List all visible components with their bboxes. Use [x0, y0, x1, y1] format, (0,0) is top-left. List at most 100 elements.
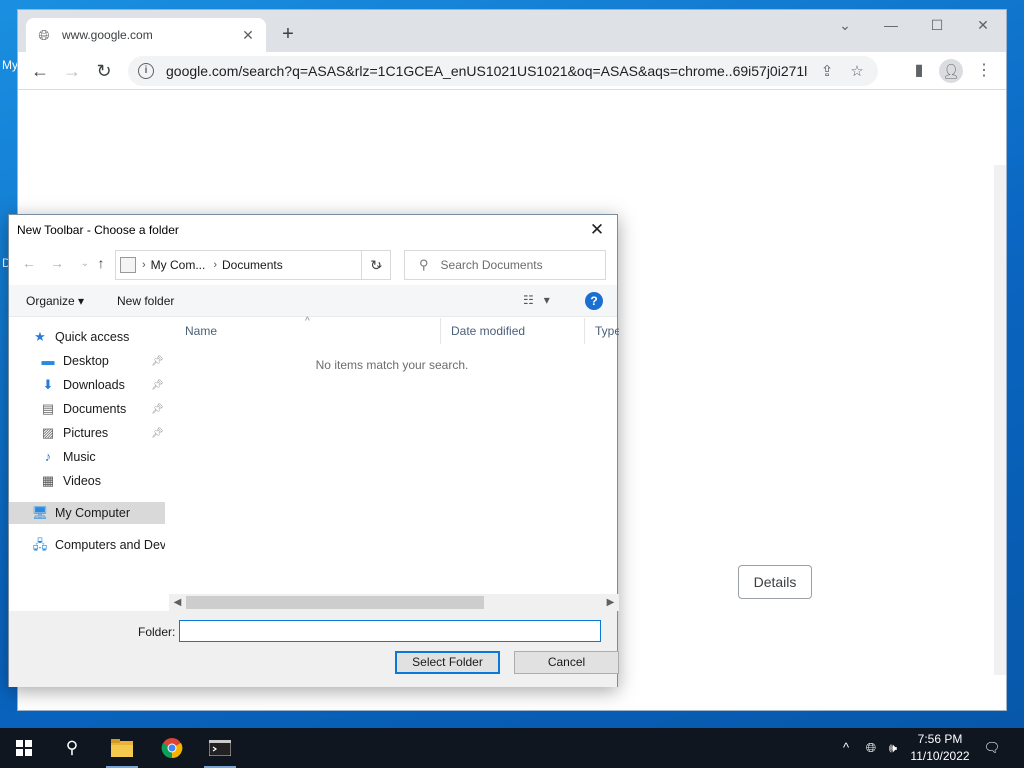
nav-label: Computers and Devices: [55, 538, 165, 552]
maximize-button[interactable]: ☐: [914, 10, 960, 40]
nav-item-music[interactable]: ♪ Music: [39, 446, 96, 468]
nav-label: My Computer: [55, 506, 131, 520]
clock[interactable]: 7:56 PM 11/10/2022: [900, 731, 980, 765]
breadcrumb[interactable]: › My Com... › Documents ⌄: [115, 250, 391, 280]
terminal-taskbar-button[interactable]: [196, 728, 244, 768]
dialog-titlebar[interactable]: New Toolbar - Choose a folder ✕: [9, 215, 617, 245]
browser-tab[interactable]: 🌐︎ www.google.com ✕: [26, 18, 266, 52]
notification-icon[interactable]: 🗨︎: [980, 728, 1004, 768]
chrome-taskbar-button[interactable]: [148, 728, 196, 768]
pin-icon: 📌︎: [151, 379, 164, 391]
browser-toolbar: ← → ↻ i google.com/search?q=ASAS&rlz=1C1…: [18, 52, 1006, 90]
avatar: 👤︎: [939, 59, 963, 83]
address-row: ← → ⌄ ↑ › My Com... › Documents ⌄ ↻ ⚲ Se…: [9, 245, 617, 285]
forward-button[interactable]: →: [56, 55, 88, 87]
nav-label: Music: [63, 450, 96, 464]
column-header-date-modified[interactable]: Date modified: [441, 318, 585, 344]
close-tab-icon[interactable]: ✕: [240, 27, 256, 44]
folder-label: Folder:: [138, 625, 176, 639]
nav-item-pictures[interactable]: ▨ Pictures 📌︎: [39, 422, 165, 444]
horizontal-scrollbar[interactable]: ◀ ▶: [169, 594, 619, 611]
pin-icon: 📌︎: [151, 427, 164, 439]
column-header-type[interactable]: Type: [585, 318, 619, 344]
help-icon[interactable]: ?: [585, 292, 603, 310]
search-icon: ⚲: [419, 257, 429, 272]
nav-item-desktop[interactable]: ▬ Desktop 📌︎: [39, 350, 165, 372]
tab-strip: 🌐︎ www.google.com ✕ + ⌄ — ☐ ✕: [18, 10, 1006, 52]
dialog-footer: Folder: Select Folder Cancel: [9, 611, 619, 687]
search-placeholder: Search Documents: [440, 258, 543, 272]
nav-label: Pictures: [63, 426, 109, 440]
desktop-icon-label: My: [2, 58, 18, 72]
computer-icon: 🖥︎: [31, 505, 49, 520]
chevron-right-icon: ›: [142, 259, 146, 271]
folder-input[interactable]: [179, 620, 601, 642]
desktop-icon: ▬: [41, 353, 55, 368]
new-tab-button[interactable]: +: [276, 22, 300, 46]
details-button[interactable]: Details: [738, 565, 812, 599]
pin-icon: 📌︎: [151, 403, 164, 415]
folder-icon: [111, 739, 133, 757]
scrollbar-thumb[interactable]: [186, 596, 484, 609]
refresh-button[interactable]: ↻: [361, 250, 391, 280]
new-folder-button[interactable]: New folder: [117, 294, 174, 308]
site-info-icon[interactable]: i: [138, 63, 154, 79]
location-icon: [120, 257, 136, 273]
tab-search-icon[interactable]: ⌄: [822, 10, 868, 40]
pin-icon: 📌︎: [151, 355, 164, 367]
scroll-right-icon[interactable]: ▶: [602, 594, 619, 611]
file-list: ^ Name Date modified Type No items match…: [175, 316, 619, 610]
nav-label: Documents: [63, 402, 127, 416]
nav-item-computers-and-devices[interactable]: 🖧︎ Computers and Devices: [31, 534, 165, 556]
up-arrow-icon[interactable]: ↑: [91, 255, 111, 271]
minimize-button[interactable]: —: [868, 10, 914, 40]
breadcrumb-my-computer[interactable]: My Com...: [151, 258, 206, 272]
dialog-close-button[interactable]: ✕: [583, 219, 611, 241]
terminal-icon: [209, 740, 231, 756]
nav-label: Videos: [63, 474, 101, 488]
command-bar: Organize ▾ New folder ☷ ▾ ?: [9, 285, 617, 317]
nav-item-videos[interactable]: ▦ Videos: [39, 470, 101, 492]
nav-item-downloads[interactable]: ⬇ Downloads 📌︎: [39, 374, 165, 396]
organize-button[interactable]: Organize ▾: [26, 294, 84, 308]
back-arrow-icon[interactable]: ←: [19, 255, 39, 271]
view-options-icon[interactable]: ☷ ▾: [523, 293, 550, 307]
nav-item-my-computer[interactable]: 🖥︎ My Computer: [9, 502, 165, 524]
globe-icon: 🌐︎: [38, 27, 50, 43]
scroll-left-icon[interactable]: ◀: [169, 594, 186, 611]
breadcrumb-documents[interactable]: Documents: [222, 258, 283, 272]
start-button[interactable]: [0, 728, 48, 768]
show-hidden-icons[interactable]: ^: [836, 728, 856, 768]
nav-item-quick-access[interactable]: ★ Quick access: [31, 326, 129, 348]
bookmark-star-icon[interactable]: ☆: [846, 62, 868, 80]
reload-button[interactable]: ↻: [88, 55, 120, 87]
file-explorer-taskbar-button[interactable]: [98, 728, 146, 768]
search-taskbar-button[interactable]: ⚲: [48, 728, 96, 768]
share-icon[interactable]: ⇪: [816, 62, 838, 80]
search-icon: ⚲: [65, 738, 79, 757]
close-window-button[interactable]: ✕: [960, 10, 1006, 40]
time-text: 7:56 PM: [917, 732, 963, 746]
cancel-button[interactable]: Cancel: [514, 651, 619, 674]
picture-icon: ▨: [41, 425, 55, 440]
forward-arrow-icon[interactable]: →: [47, 255, 67, 271]
nav-item-documents[interactable]: ▤ Documents 📌︎: [39, 398, 165, 420]
column-header-name[interactable]: Name: [175, 318, 441, 344]
search-box[interactable]: ⚲ Search Documents: [404, 250, 606, 280]
page-scrollbar[interactable]: [994, 165, 1006, 675]
star-icon: ★: [34, 329, 46, 344]
organize-label: Organize: [26, 294, 75, 308]
menu-icon[interactable]: ⋮: [969, 56, 999, 86]
back-button[interactable]: ←: [24, 55, 56, 87]
music-icon: ♪: [44, 449, 52, 464]
network-tray-icon[interactable]: 🌐︎: [860, 728, 882, 768]
dialog-title: New Toolbar - Choose a folder: [17, 223, 179, 237]
select-folder-button[interactable]: Select Folder: [395, 651, 500, 674]
chevron-right-icon: ›: [213, 259, 218, 271]
video-icon: ▦: [41, 473, 55, 488]
document-icon: ▤: [41, 401, 55, 416]
profile-button[interactable]: 👤︎: [936, 56, 966, 86]
taskbar: ⚲ ^ 🌐︎ 🕪︎ 7:56 PM 11/10/2022 🗨︎: [0, 728, 1024, 768]
address-bar[interactable]: i google.com/search?q=ASAS&rlz=1C1GCEA_e…: [128, 56, 878, 86]
side-panel-icon[interactable]: ▮: [904, 56, 934, 86]
